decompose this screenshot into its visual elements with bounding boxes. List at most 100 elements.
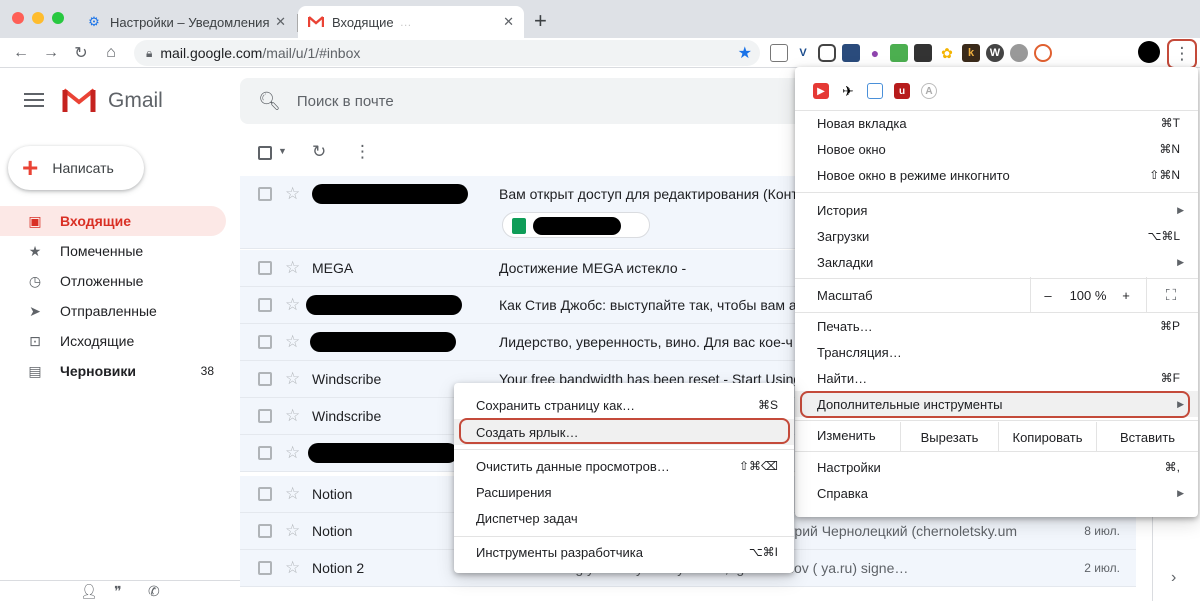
home-icon[interactable]: ⌂ xyxy=(100,42,122,64)
menu-item-print[interactable]: Печать… ⌘P xyxy=(795,313,1198,339)
flower-extension-icon[interactable]: ✿ xyxy=(938,44,956,62)
star-outline-icon[interactable]: ☆ xyxy=(285,484,300,504)
star-outline-icon[interactable]: ☆ xyxy=(285,443,300,463)
row-checkbox[interactable] xyxy=(258,561,272,575)
menu-item-developer-tools[interactable]: Инструменты разработчика ⌥⌘I xyxy=(454,539,794,565)
star-outline-icon[interactable]: ☆ xyxy=(285,295,300,315)
hangouts-icon[interactable]: ❞ xyxy=(114,583,122,600)
shield-extension-icon[interactable] xyxy=(1034,44,1052,62)
ublock-extension-icon[interactable]: u xyxy=(894,83,910,99)
menu-icon[interactable] xyxy=(24,93,44,111)
more-vert-icon: ⋮ xyxy=(1173,44,1191,63)
address-bar[interactable]: 🔒︎ mail.google.com/mail/u/1/#inbox ★ xyxy=(134,40,760,66)
chrome-menu-button[interactable]: ⋮ xyxy=(1167,39,1197,69)
paste-button[interactable]: Вставить xyxy=(1096,422,1198,452)
youtube-extension-icon[interactable]: ▶ xyxy=(813,83,829,99)
star-outline-icon[interactable]: ☆ xyxy=(285,258,300,278)
new-tab-button[interactable]: + xyxy=(534,8,547,34)
forward-arrow-icon[interactable]: → xyxy=(40,42,62,64)
flag-extension-icon[interactable] xyxy=(914,44,932,62)
row-checkbox[interactable] xyxy=(258,524,272,538)
more-vert-icon[interactable]: ⋮ xyxy=(354,142,371,162)
star-outline-icon[interactable]: ☆ xyxy=(285,369,300,389)
v-extension-icon[interactable]: V xyxy=(794,44,812,62)
row-checkbox[interactable] xyxy=(258,446,272,460)
menu-item-incognito[interactable]: Новое окно в режиме инкогнито ⇧⌘N xyxy=(795,162,1198,188)
row-checkbox[interactable] xyxy=(258,298,272,312)
menu-item-label: Загрузки xyxy=(817,228,870,244)
attachment-chip[interactable] xyxy=(502,212,650,238)
menu-item-new-tab[interactable]: Новая вкладка ⌘T xyxy=(795,110,1198,136)
close-icon[interactable]: ✕ xyxy=(503,14,514,30)
image-extension-icon[interactable] xyxy=(842,44,860,62)
back-arrow-icon[interactable]: ← xyxy=(10,42,32,64)
menu-item-new-window[interactable]: Новое окно ⌘N xyxy=(795,136,1198,162)
star-outline-icon[interactable]: ☆ xyxy=(285,558,300,578)
search-bar[interactable]: 🔍︎ xyxy=(240,78,800,124)
row-checkbox[interactable] xyxy=(258,261,272,275)
person-icon[interactable]: 👤︎ xyxy=(80,583,98,600)
tab-settings[interactable]: ⚙ Настройки – Уведомления ✕ xyxy=(76,6,296,38)
sidebar-item-snoozed[interactable]: ◷ Отложенные xyxy=(0,266,226,296)
bookmark-star-icon[interactable]: ★ xyxy=(738,43,752,63)
w-extension-icon[interactable]: W xyxy=(986,44,1004,62)
globe-extension-icon[interactable] xyxy=(1010,44,1028,62)
shortcut: ⌘S xyxy=(757,398,778,412)
search-input[interactable] xyxy=(296,92,697,110)
window-zoom-button[interactable] xyxy=(52,12,64,24)
menu-item-help[interactable]: Справка ▶ xyxy=(795,480,1198,506)
sidebar-item-starred[interactable]: ★ Помеченные xyxy=(0,236,226,266)
row-checkbox[interactable] xyxy=(258,409,272,423)
a-extension-icon[interactable]: A xyxy=(921,83,937,99)
sidebar-item-inbox[interactable]: ▣ Входящие xyxy=(0,206,226,236)
row-checkbox[interactable] xyxy=(258,372,272,386)
row-checkbox[interactable] xyxy=(258,487,272,501)
reader-extension-icon[interactable] xyxy=(770,44,788,62)
menu-item-cast[interactable]: Трансляция… xyxy=(795,339,1198,365)
zoom-in-button[interactable]: + xyxy=(1114,282,1138,308)
k-extension-icon[interactable]: k xyxy=(962,44,980,62)
tab-inbox[interactable]: Входящие … ✕ xyxy=(298,6,524,38)
select-all-checkbox[interactable] xyxy=(258,146,272,160)
sidebar-item-sent[interactable]: ➤ Отправленные xyxy=(0,296,226,326)
menu-item-settings[interactable]: Настройки ⌘, xyxy=(795,454,1198,480)
menu-item-extensions[interactable]: Расширения xyxy=(454,479,794,505)
zoom-out-button[interactable]: – xyxy=(1036,282,1060,308)
google-extension-icon[interactable] xyxy=(890,44,908,62)
row-checkbox[interactable] xyxy=(258,187,272,201)
chevron-down-icon[interactable]: ▼ xyxy=(278,146,287,156)
sidebar-item-drafts[interactable]: ▤ Черновики 38 xyxy=(0,356,226,386)
phone-icon[interactable]: ✆ xyxy=(148,583,160,600)
menu-item-save-page[interactable]: Сохранить страницу как… ⌘S xyxy=(454,392,794,418)
tab-title: Входящие xyxy=(332,14,394,30)
refresh-icon[interactable]: ↻ xyxy=(312,142,326,162)
edit-extension-icon[interactable] xyxy=(867,83,883,99)
star-outline-icon[interactable]: ☆ xyxy=(285,184,300,204)
close-icon[interactable]: ✕ xyxy=(275,14,286,30)
star-outline-icon[interactable]: ☆ xyxy=(285,332,300,352)
pocket-extension-icon[interactable] xyxy=(818,44,836,62)
window-minimize-button[interactable] xyxy=(32,12,44,24)
compose-button[interactable]: + Написать xyxy=(8,146,144,190)
dots-extension-icon[interactable]: ● xyxy=(866,44,884,62)
copy-button[interactable]: Копировать xyxy=(998,422,1096,452)
window-close-button[interactable] xyxy=(12,12,24,24)
row-checkbox[interactable] xyxy=(258,335,272,349)
menu-item-label: Справка xyxy=(817,485,868,501)
menu-item-history[interactable]: История ▶ xyxy=(795,197,1198,223)
reload-icon[interactable]: ↻ xyxy=(70,42,92,64)
menu-item-task-manager[interactable]: Диспетчер задач xyxy=(454,505,794,531)
star-outline-icon[interactable]: ☆ xyxy=(285,406,300,426)
menu-item-bookmarks[interactable]: Закладки ▶ xyxy=(795,249,1198,275)
search-icon[interactable]: 🔍︎ xyxy=(258,91,281,112)
cut-button[interactable]: Вырезать xyxy=(900,422,998,452)
profile-avatar[interactable] xyxy=(1138,41,1160,63)
menu-item-clear-data[interactable]: Очистить данные просмотров… ⇧⌘⌫ xyxy=(454,453,794,479)
fullscreen-icon[interactable]: ⛶ xyxy=(1156,282,1186,308)
menu-item-find[interactable]: Найти… ⌘F xyxy=(795,365,1198,391)
sidebar-item-outbox[interactable]: ⊡ Исходящие xyxy=(0,326,226,356)
menu-item-downloads[interactable]: Загрузки ⌥⌘L xyxy=(795,223,1198,249)
bird-extension-icon[interactable]: ✈ xyxy=(840,83,856,99)
chevron-right-icon[interactable]: › xyxy=(1171,569,1176,587)
star-outline-icon[interactable]: ☆ xyxy=(285,521,300,541)
